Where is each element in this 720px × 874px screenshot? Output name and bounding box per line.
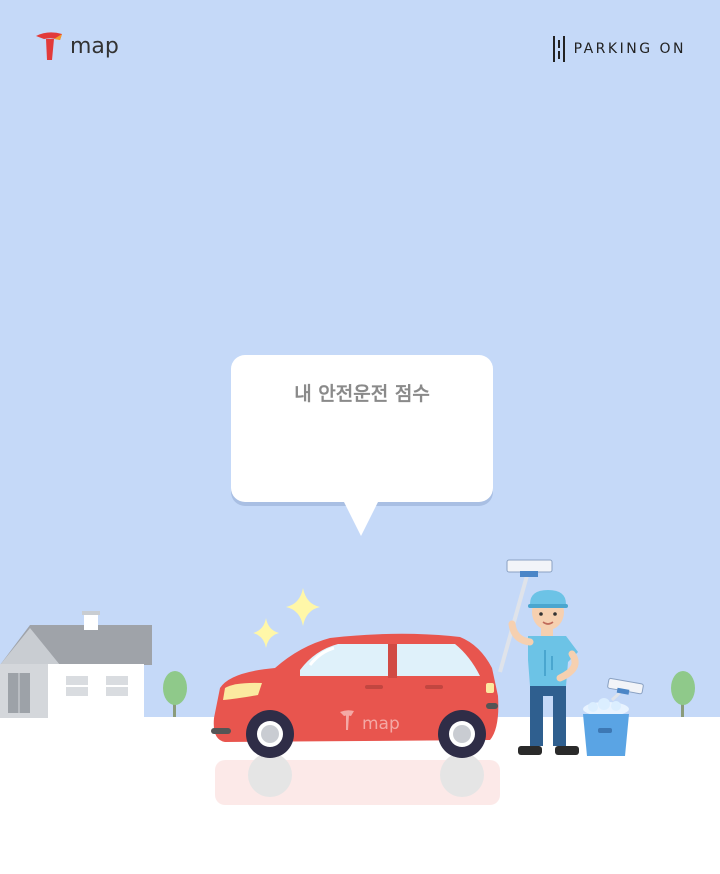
- house-illustration: [0, 611, 152, 718]
- bucket-illustration: [583, 677, 644, 756]
- car-wash-illustration: map: [0, 559, 695, 805]
- car-washer-person: [498, 559, 579, 755]
- car-illustration: map: [211, 633, 499, 758]
- tree-left: [163, 671, 187, 717]
- car-brand-text: map: [362, 714, 400, 734]
- main-screen: map PARKING ON 내 안전운전 점수 map: [0, 0, 720, 874]
- car-reflection: [215, 753, 500, 805]
- sparkle-icon: [253, 588, 320, 648]
- tree-right: [671, 671, 695, 717]
